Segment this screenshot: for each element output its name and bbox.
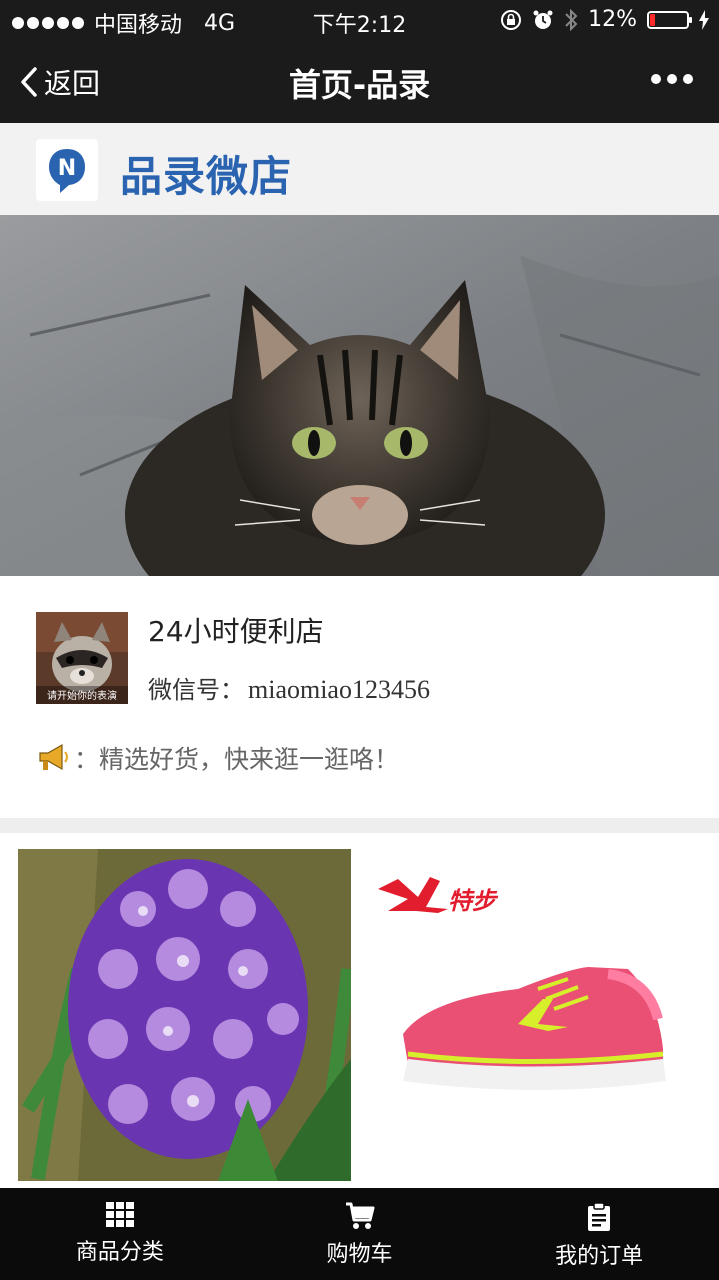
tab-cart[interactable]: 购物车 (240, 1188, 480, 1280)
page-title: 首页-品录 (288, 66, 431, 104)
bluetooth-icon (565, 8, 578, 31)
pink-running-shoe-image: 特步 (368, 849, 701, 1181)
clipboard-icon (588, 1202, 611, 1231)
cart-icon (345, 1202, 374, 1229)
chevron-left-icon (21, 67, 37, 97)
nav-bar: 返回 首页-品录 (0, 40, 719, 123)
more-dot-icon (667, 74, 677, 84)
purple-hyacinth-image (18, 849, 351, 1181)
tab-categories[interactable]: 商品分类 (0, 1188, 240, 1280)
shop-logo: N (36, 139, 98, 201)
svg-text:请开始你的表演: 请开始你的表演 (47, 689, 117, 702)
svg-text:N: N (58, 156, 76, 181)
tab-label: 我的订单 (555, 1244, 644, 1269)
banner-image[interactable] (0, 215, 719, 576)
n-logo-icon: N (49, 149, 85, 193)
section-divider (0, 818, 719, 833)
charging-icon (699, 9, 709, 30)
store-name: 24小时便利店 (148, 615, 324, 648)
status-bar: 中国移动 4G 下午2:12 12% (0, 0, 719, 40)
store-info: 请开始你的表演 24小时便利店 微信号： miaomiao123456 ：精选好货… (0, 576, 719, 818)
more-dot-icon (651, 74, 661, 84)
back-button[interactable]: 返回 (20, 62, 100, 102)
alarm-icon (533, 10, 553, 29)
tab-label: 购物车 (326, 1242, 393, 1267)
notice-text: ：精选好货，快来逛一逛咯！ (74, 745, 400, 774)
tab-my-orders[interactable]: 我的订单 (479, 1188, 719, 1280)
back-label: 返回 (44, 67, 101, 100)
wechat-id-row: 微信号： miaomiao123456 (148, 670, 430, 705)
battery-percent: 12% (588, 7, 637, 32)
bottom-tab-bar: 商品分类 购物车 我的订单 (0, 1188, 719, 1280)
cat-photo (0, 215, 719, 576)
raccoon-avatar-image: 请开始你的表演 (36, 612, 128, 704)
grid-icon (105, 1202, 134, 1227)
product-card[interactable] (18, 849, 351, 1181)
product-grid: 特步 (0, 833, 719, 1188)
shop-name: 品录微店 (120, 152, 293, 201)
more-menu-button[interactable] (651, 74, 693, 84)
svg-text:特步: 特步 (448, 887, 499, 915)
product-card[interactable]: 特步 (368, 849, 701, 1181)
store-notice: ：精选好货，快来逛一逛咯！ (36, 740, 399, 776)
battery-icon (647, 10, 692, 29)
more-dot-icon (683, 74, 693, 84)
wechat-id: miaomiao123456 (248, 675, 430, 704)
rotation-lock-icon (501, 9, 522, 30)
shop-header: N 品录微店 (0, 123, 719, 215)
store-avatar[interactable]: 请开始你的表演 (36, 612, 128, 704)
tab-label: 商品分类 (75, 1240, 164, 1265)
megaphone-icon (39, 743, 68, 771)
wechat-label: 微信号： (148, 676, 244, 704)
